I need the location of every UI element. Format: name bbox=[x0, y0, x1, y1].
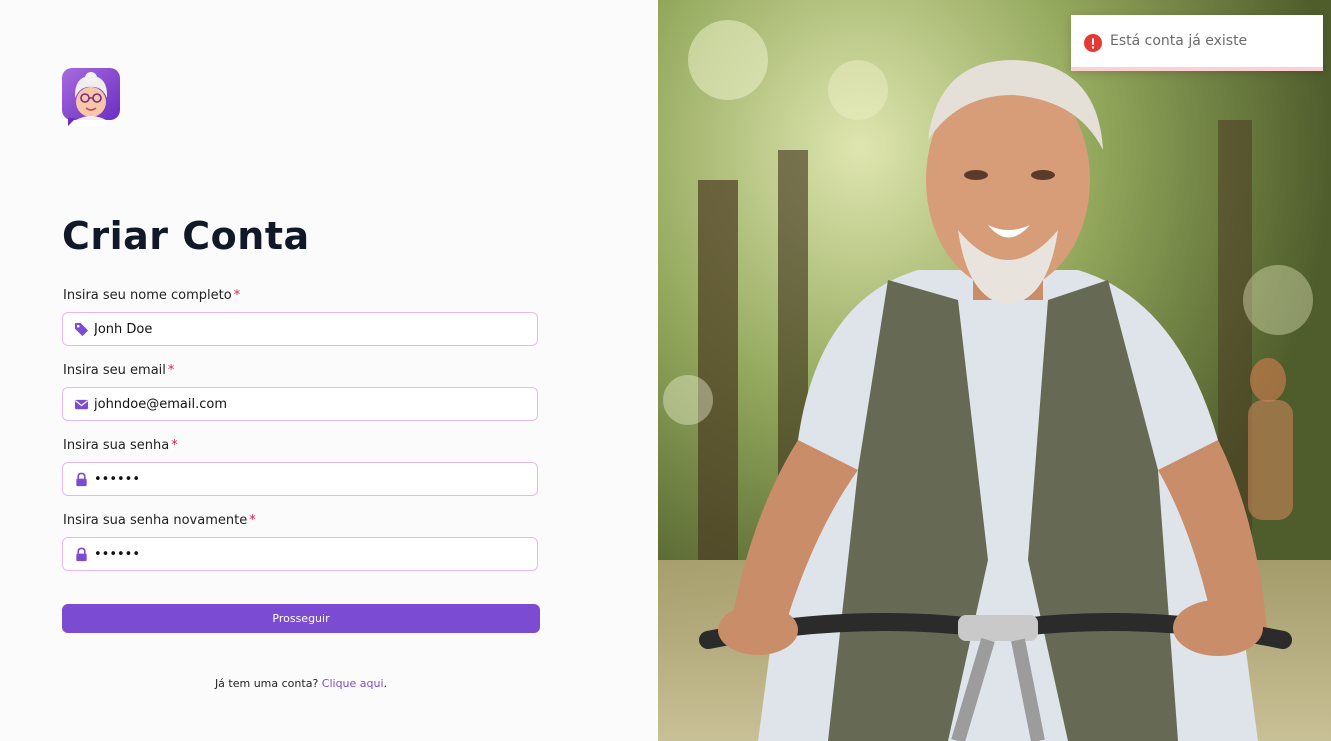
login-prompt: Já tem uma conta? Clique aqui. bbox=[62, 677, 540, 690]
password-input[interactable] bbox=[94, 463, 524, 495]
login-link[interactable]: Clique aqui bbox=[322, 677, 384, 690]
error-icon bbox=[1084, 34, 1102, 52]
required-mark: * bbox=[171, 438, 178, 453]
email-label: Insira seu email * bbox=[63, 363, 174, 378]
submit-button[interactable]: Prosseguir bbox=[62, 604, 540, 633]
page-title: Criar Conta bbox=[62, 214, 310, 258]
lock-icon bbox=[74, 472, 89, 487]
toast-message: Está conta já existe bbox=[1110, 33, 1248, 49]
required-mark: * bbox=[233, 288, 241, 303]
password-label: Insira sua senha * bbox=[63, 438, 178, 453]
tag-icon bbox=[74, 322, 89, 337]
login-prompt-text: Já tem uma conta? bbox=[214, 677, 319, 690]
email-field[interactable] bbox=[62, 387, 538, 421]
required-mark: * bbox=[249, 513, 256, 528]
name-input[interactable] bbox=[94, 313, 524, 345]
hero-image bbox=[658, 0, 1331, 741]
hero-photo-illustration bbox=[658, 0, 1331, 741]
name-field[interactable] bbox=[62, 312, 538, 346]
password-confirm-label-text: Insira sua senha novamente bbox=[63, 513, 248, 528]
required-mark: * bbox=[167, 363, 175, 378]
toast-progress-bar bbox=[1071, 67, 1323, 71]
name-label: Insira seu nome completo * bbox=[63, 288, 240, 303]
signup-panel: Criar Conta Insira seu nome completo* In… bbox=[0, 0, 658, 741]
envelope-icon bbox=[74, 397, 89, 412]
app-logo bbox=[62, 68, 120, 126]
email-input[interactable] bbox=[94, 388, 524, 420]
password-label-text: Insira sua senha bbox=[63, 438, 170, 453]
email-label-text: Insira seu email bbox=[63, 363, 166, 378]
name-label-text: Insira seu nome completo bbox=[63, 288, 232, 303]
error-toast[interactable]: Está conta já existe bbox=[1071, 15, 1323, 71]
password-confirm-input[interactable] bbox=[94, 538, 524, 570]
password-field[interactable] bbox=[62, 462, 538, 496]
password-confirm-label: Insira sua senha novamente * bbox=[63, 513, 256, 528]
login-prompt-period: . bbox=[383, 677, 388, 690]
password-confirm-field[interactable] bbox=[62, 537, 538, 571]
lock-icon bbox=[74, 547, 89, 562]
